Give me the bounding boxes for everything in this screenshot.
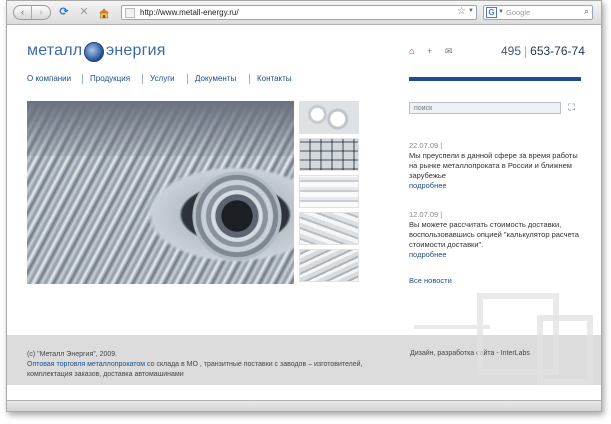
footer-info: (с) "Металл Энергия", 2009. Оптовая торг… xyxy=(27,350,367,380)
search-icon[interactable]: ⌕ xyxy=(584,6,589,17)
news-more-link[interactable]: подробнее xyxy=(409,250,581,260)
logo-word-metall: металл xyxy=(27,42,83,59)
nav-item-services[interactable]: Услуги xyxy=(150,74,175,83)
nav-divider xyxy=(82,74,83,84)
back-icon[interactable]: ‹ xyxy=(14,6,32,19)
decorative-line xyxy=(414,325,490,329)
reload-icon[interactable]: ⟳ xyxy=(57,5,71,20)
footer-wholesale-link[interactable]: Оптовая торговля металлопрокатом xyxy=(27,361,145,368)
search-engine-icon[interactable]: G xyxy=(486,7,497,18)
all-news-link[interactable]: Все новости xyxy=(409,276,452,285)
nav-item-documents[interactable]: Документы xyxy=(195,74,236,83)
footer-copyright: (с) "Металл Энергия", 2009. xyxy=(27,351,118,358)
nav-divider xyxy=(142,74,143,84)
news-date: 22.07.09 | xyxy=(409,141,443,150)
phone-number: 495 | 653-76-74 xyxy=(501,44,585,58)
back-forward-group: ‹ › xyxy=(13,5,51,20)
browser-search-placeholder[interactable]: Google xyxy=(506,8,530,17)
sitemap-plus-icon[interactable]: + xyxy=(427,46,432,56)
news-item: 12.07.09 | Вы можете рассчитать стоимост… xyxy=(409,210,581,260)
home-icon[interactable]: ⌂ xyxy=(409,46,414,56)
forward-icon[interactable]: › xyxy=(32,6,50,19)
news-more-link[interactable]: подробнее xyxy=(409,181,581,191)
address-url[interactable]: http://www.metall-energy.ru/ xyxy=(140,8,239,17)
product-thumb-pipes[interactable] xyxy=(299,101,359,134)
footer-description: Оптовая торговля металлопрокатом со скла… xyxy=(27,360,367,380)
logo-word-energiya: энергия xyxy=(106,42,166,59)
news-text: Мы преуспели в данной сфере за время раб… xyxy=(409,151,578,180)
nav-divider xyxy=(249,74,250,84)
nav-item-products[interactable]: Продукция xyxy=(90,74,130,83)
phone-digits: 653-76-74 xyxy=(530,44,585,58)
globe-logo-icon xyxy=(84,42,104,62)
home-icon[interactable] xyxy=(97,5,111,20)
web-page: металл энергия ⌂ + ✉ 495 | 653-76-74 О ком… xyxy=(7,26,601,411)
product-thumb-profiles[interactable] xyxy=(299,249,359,282)
page-favicon-icon xyxy=(125,8,135,18)
site-search-input[interactable] xyxy=(409,102,561,114)
product-thumb-bars[interactable] xyxy=(299,212,359,245)
decorative-square xyxy=(537,315,593,385)
bookmark-star-icon[interactable]: ☆ xyxy=(457,6,466,17)
search-submit-icon[interactable]: ⛶ xyxy=(566,102,577,113)
product-thumb-rods[interactable] xyxy=(299,175,359,208)
browser-toolbar: ‹ › ⟳ ✕ http://www.metall-energy.ru/ ☆ ▼… xyxy=(7,1,601,25)
address-bar[interactable]: http://www.metall-energy.ru/ ☆ ▼ xyxy=(121,5,477,20)
search-engine-dropdown-icon[interactable]: ▼ xyxy=(498,9,504,15)
coil-end-shape xyxy=(177,156,294,276)
steel-coil-photo xyxy=(27,101,294,284)
history-dropdown-icon[interactable]: ▼ xyxy=(468,8,474,14)
nav-divider xyxy=(187,74,188,84)
nav-item-contacts[interactable]: Контакты xyxy=(257,74,292,83)
phone-separator: | xyxy=(524,44,528,58)
browser-search-box[interactable]: G ▼ Google ⌕ xyxy=(483,5,593,20)
product-thumb-grid[interactable] xyxy=(299,138,359,171)
news-text: Вы можете рассчитать стоимость доставки,… xyxy=(409,220,579,249)
stop-icon[interactable]: ✕ xyxy=(77,5,91,20)
nav-item-about[interactable]: О компании xyxy=(27,74,71,83)
browser-window: ‹ › ⟳ ✕ http://www.metall-energy.ru/ ☆ ▼… xyxy=(6,0,602,412)
news-date: 12.07.09 | xyxy=(409,210,443,219)
phone-code: 495 xyxy=(501,44,522,58)
browser-status-bar xyxy=(7,400,601,411)
header-accent-bar xyxy=(409,77,581,81)
news-item: 22.07.09 | Мы преуспели в данной сфере з… xyxy=(409,141,581,191)
mail-icon[interactable]: ✉ xyxy=(445,46,453,57)
